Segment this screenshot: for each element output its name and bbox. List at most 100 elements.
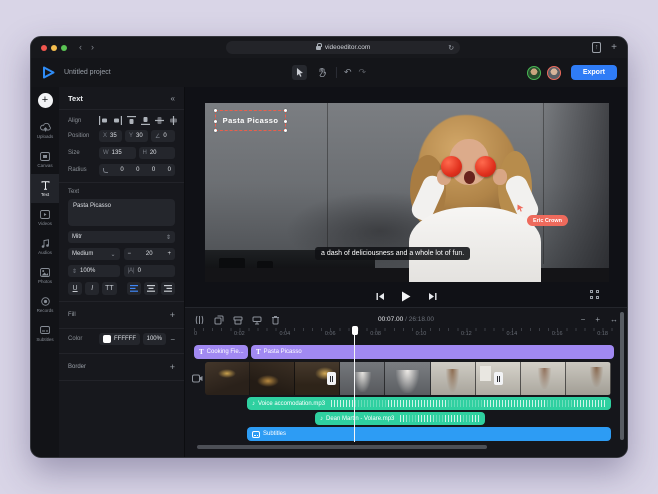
playhead-handle[interactable] xyxy=(352,326,358,335)
align-right-icon[interactable] xyxy=(113,116,122,125)
zoom-window-button[interactable] xyxy=(61,45,67,51)
play-button[interactable] xyxy=(399,289,413,303)
share-icon[interactable]: ↑ xyxy=(592,42,601,53)
horizontal-scrollbar[interactable] xyxy=(197,445,487,449)
italic-button[interactable]: I xyxy=(85,282,99,295)
undo-icon[interactable]: ↶ xyxy=(344,68,352,77)
video-thumbnails[interactable] xyxy=(205,362,611,395)
text-content-input[interactable]: Pasta Picasso xyxy=(68,199,175,226)
video-thumbnail[interactable] xyxy=(521,362,566,395)
subtitle-caption[interactable]: a dash of deliciousness and a whole lot … xyxy=(315,247,470,260)
video-thumbnail[interactable] xyxy=(566,362,611,395)
window-controls[interactable] xyxy=(41,45,67,51)
collaborator-avatar-1[interactable] xyxy=(527,66,541,80)
text-align-center-button[interactable] xyxy=(144,282,158,295)
video-thumbnail[interactable] xyxy=(250,362,295,395)
split-clip-button[interactable] xyxy=(194,314,205,325)
sidebar-item-subtitles[interactable]: Subtitles xyxy=(31,319,59,348)
sidebar-item-photos[interactable]: Photos xyxy=(31,261,59,290)
new-tab-icon[interactable]: + xyxy=(611,42,617,53)
clip-subtitles[interactable]: Subtitles xyxy=(247,427,611,441)
export-button[interactable]: Export xyxy=(571,65,617,80)
remove-color-icon[interactable]: − xyxy=(166,335,175,344)
video-canvas[interactable]: Pasta Picasso a dash of deliciousness an… xyxy=(205,103,609,282)
video-thumbnail[interactable] xyxy=(385,362,430,395)
browser-back-icon[interactable]: ‹ xyxy=(79,43,82,52)
delete-clip-button[interactable] xyxy=(270,314,281,325)
sidebar-item-records[interactable]: Records xyxy=(31,290,59,319)
overlay-text[interactable]: Pasta Picasso xyxy=(223,116,279,125)
sidebar-item-videos[interactable]: Videos xyxy=(31,203,59,232)
playhead[interactable] xyxy=(354,326,355,442)
archive-clip-button[interactable] xyxy=(232,314,243,325)
close-window-button[interactable] xyxy=(41,45,47,51)
font-family-select[interactable]: Mitr⇕ xyxy=(68,231,175,243)
select-tool-button[interactable] xyxy=(292,65,307,80)
transition-marker[interactable] xyxy=(327,372,336,385)
selection-handle[interactable] xyxy=(214,109,217,112)
snapshot-button[interactable] xyxy=(251,314,262,325)
sidebar-item-audios[interactable]: Audios xyxy=(31,232,59,261)
redo-icon[interactable]: ↷ xyxy=(359,68,367,77)
selection-handle[interactable] xyxy=(214,120,217,123)
minimize-window-button[interactable] xyxy=(51,45,57,51)
line-height-field[interactable]: ⇕100% xyxy=(68,265,120,277)
position-x-field[interactable]: X35 xyxy=(99,130,122,142)
font-size-stepper[interactable]: −20+ xyxy=(124,248,176,260)
width-field[interactable]: W135 xyxy=(99,147,136,159)
transition-marker[interactable] xyxy=(494,372,503,385)
align-center-vertical-icon[interactable] xyxy=(155,116,164,125)
duplicate-clip-button[interactable] xyxy=(213,314,224,325)
hand-tool-button[interactable] xyxy=(314,65,329,80)
height-field[interactable]: H20 xyxy=(139,147,176,159)
rotation-field[interactable]: ∠0 xyxy=(151,130,175,142)
video-thumbnail[interactable] xyxy=(340,362,385,395)
underline-button[interactable]: U xyxy=(68,282,82,295)
text-align-right-button[interactable] xyxy=(161,282,175,295)
address-bar[interactable]: videoeditor.com ↻ xyxy=(226,41,460,54)
sidebar-item-uploads[interactable]: Uploads xyxy=(31,116,59,145)
selection-handle[interactable] xyxy=(284,109,287,112)
color-swatch[interactable] xyxy=(103,335,111,343)
align-center-horizontal-icon[interactable] xyxy=(169,116,178,125)
fullscreen-button[interactable] xyxy=(590,290,599,299)
sidebar-item-text[interactable]: Text xyxy=(31,174,59,203)
reload-icon[interactable]: ↻ xyxy=(448,44,454,52)
zoom-fit-button[interactable]: ↔ xyxy=(610,315,618,324)
uppercase-button[interactable]: TT xyxy=(102,282,116,295)
selection-handle[interactable] xyxy=(284,120,287,123)
position-y-field[interactable]: Y30 xyxy=(125,130,148,142)
add-media-button[interactable]: + xyxy=(38,93,53,108)
next-frame-button[interactable] xyxy=(425,289,439,303)
add-fill-icon[interactable]: + xyxy=(170,310,175,320)
vertical-scrollbar[interactable] xyxy=(620,312,624,440)
project-title[interactable]: Untitled project xyxy=(64,69,111,76)
clip-text-cooking[interactable]: T Cooking Fie... xyxy=(194,345,248,359)
video-thumbnail[interactable] xyxy=(431,362,476,395)
font-weight-select[interactable]: Medium⌄ xyxy=(68,248,120,260)
sidebar-item-canvas[interactable]: Canvas xyxy=(31,145,59,174)
align-left-icon[interactable] xyxy=(99,116,108,125)
color-opacity-field[interactable]: 100% xyxy=(143,333,167,345)
previous-frame-button[interactable] xyxy=(373,289,387,303)
selection-handle[interactable] xyxy=(214,129,217,132)
app-logo-icon[interactable] xyxy=(41,65,56,80)
align-bottom-icon[interactable] xyxy=(141,116,150,125)
timeline-ruler[interactable]: 00:020:040:060:080:100:120:140:160:180:2… xyxy=(194,327,618,340)
align-top-icon[interactable] xyxy=(127,116,136,125)
collaborator-avatar-2[interactable] xyxy=(547,66,561,80)
clip-audio-voice[interactable]: ♪ Voice accomodation.mp3 xyxy=(247,397,611,410)
zoom-out-button[interactable]: − xyxy=(581,315,586,324)
letter-spacing-field[interactable]: |A|0 xyxy=(124,265,176,277)
text-align-left-button[interactable] xyxy=(127,282,141,295)
text-overlay-selection[interactable]: Pasta Picasso xyxy=(215,110,286,131)
selection-handle[interactable] xyxy=(284,129,287,132)
clip-text-pasta-picasso[interactable]: T Pasta Picasso xyxy=(251,345,614,359)
clip-audio-dean-martin[interactable]: ♪ Dean Martin - Volare.mp3 xyxy=(315,412,485,425)
collapse-panel-icon[interactable]: « xyxy=(171,94,175,103)
add-border-icon[interactable]: + xyxy=(170,362,175,372)
zoom-in-button[interactable]: + xyxy=(595,315,600,324)
radius-field[interactable]: 0000 xyxy=(99,164,175,176)
browser-forward-icon[interactable]: › xyxy=(91,43,94,52)
video-thumbnail[interactable] xyxy=(205,362,250,395)
